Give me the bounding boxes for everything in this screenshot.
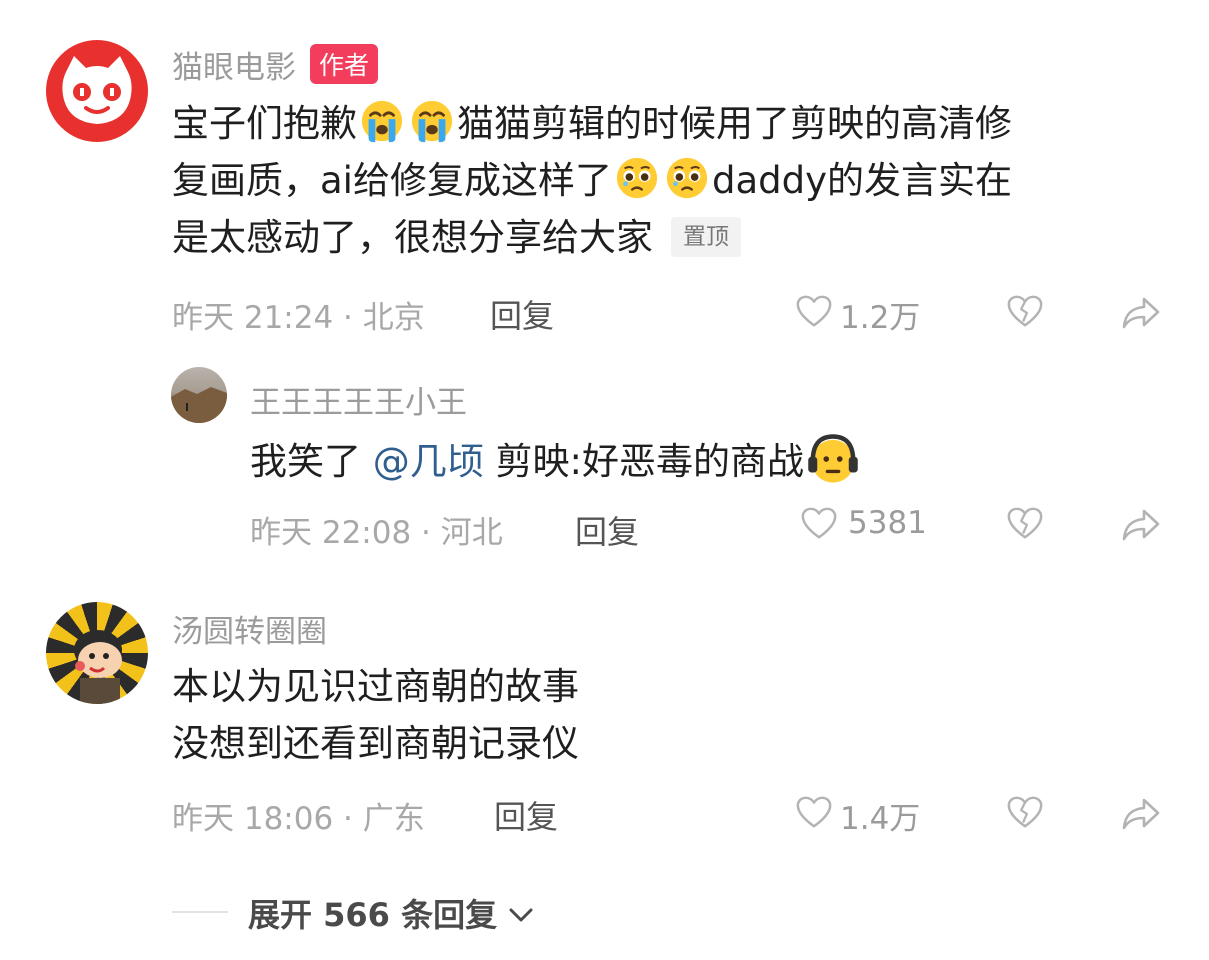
comment-body: 本以为见识过商朝的故事 没想到还看到商朝记录仪: [172, 658, 579, 772]
comment-text-line: 没想到还看到商朝记录仪: [172, 722, 579, 765]
like-count: 5381: [848, 505, 927, 541]
comment-text: 猫猫剪辑的时候用了剪映的高清修: [457, 102, 1012, 145]
reply-username[interactable]: 王王王王王小王: [250, 377, 467, 422]
broken-heart-icon: [1006, 293, 1044, 331]
reply-meta: 昨天 22:08 · 河北: [250, 515, 503, 551]
reply-body: 我笑了 @几顷 剪映:好恶毒的商战: [250, 432, 862, 490]
comment-text: daddy的发言实在: [711, 159, 1012, 202]
like-button[interactable]: [800, 505, 838, 543]
comment-text: 宝子们抱歉: [172, 102, 357, 145]
expand-replies-button[interactable]: 展开 566 条回复: [248, 890, 536, 936]
username-text[interactable]: 猫眼电影: [172, 50, 296, 86]
pinned-badge: 置顶: [671, 217, 741, 257]
comment-text: 复画质，ai给修复成这样了: [172, 159, 612, 202]
reply-text: 我笑了: [250, 440, 373, 483]
headphones-emoji-icon: [806, 432, 860, 486]
reply-text: 剪映:好恶毒的商战: [483, 440, 804, 483]
dislike-button[interactable]: [1006, 505, 1044, 543]
heart-outline-icon: [795, 293, 833, 331]
share-arrow-icon: [1120, 794, 1162, 834]
heart-outline-icon: [800, 505, 838, 543]
reply-button[interactable]: 回复: [490, 291, 554, 337]
comment-meta: 昨天 21:24 · 北京: [172, 300, 425, 336]
avatar-reply-user[interactable]: [171, 367, 227, 423]
mention-link[interactable]: @几顷: [373, 440, 484, 483]
chevron-down-icon: [509, 908, 533, 922]
reply-button[interactable]: 回复: [494, 792, 558, 838]
crying-emoji-icon: [409, 98, 455, 144]
like-count: 1.2万: [840, 300, 921, 336]
author-badge: 作者: [310, 44, 379, 84]
expand-replies-label: 展开 566 条回复: [248, 896, 498, 934]
avatar-tangyuan[interactable]: [46, 602, 148, 704]
broken-heart-icon: [1006, 505, 1044, 543]
landscape-avatar-icon: [171, 387, 227, 423]
comment-text-line: 本以为见识过商朝的故事: [172, 665, 579, 708]
share-arrow-icon: [1120, 293, 1162, 333]
dislike-button[interactable]: [1006, 293, 1044, 331]
like-button[interactable]: [795, 794, 833, 832]
heart-outline-icon: [795, 794, 833, 832]
broken-heart-icon: [1006, 794, 1044, 832]
like-button[interactable]: [795, 293, 833, 331]
cartoon-avatar-icon: [74, 630, 122, 704]
comment-username[interactable]: 猫眼电影 作者: [172, 42, 379, 87]
pleading-emoji-icon: [664, 155, 710, 201]
comment-body: 宝子们抱歉 猫猫剪辑的时候用了剪映的高清修 复画质，ai给修复成这样了 daddy的…: [172, 95, 1172, 266]
comment-meta: 昨天 18:06 · 广东: [172, 801, 425, 837]
share-arrow-icon: [1120, 505, 1162, 545]
share-button[interactable]: [1120, 505, 1162, 545]
share-button[interactable]: [1120, 794, 1162, 834]
comment-username[interactable]: 汤圆转圈圈: [172, 606, 327, 651]
expand-divider: [172, 911, 228, 913]
crying-emoji-icon: [359, 98, 405, 144]
pleading-emoji-icon: [614, 155, 660, 201]
avatar-maoyan[interactable]: [46, 40, 148, 142]
share-button[interactable]: [1120, 293, 1162, 333]
comment-text: 是太感动了，很想分享给大家: [172, 216, 653, 259]
cat-logo-icon: [62, 56, 132, 124]
like-count: 1.4万: [840, 801, 921, 837]
reply-button[interactable]: 回复: [575, 507, 639, 553]
dislike-button[interactable]: [1006, 794, 1044, 832]
